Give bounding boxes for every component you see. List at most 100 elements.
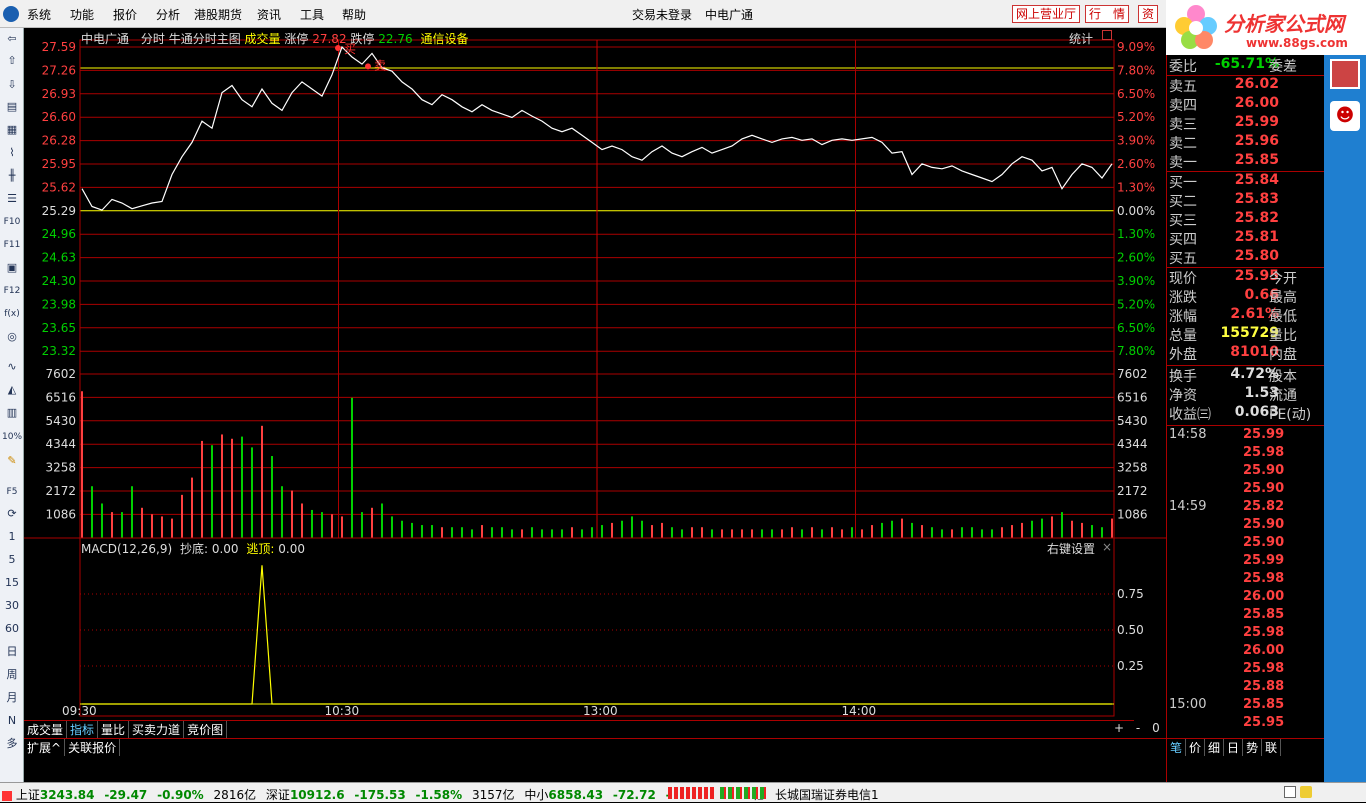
period-n[interactable]: N <box>2 712 22 730</box>
pencil-icon[interactable]: ✎ <box>2 452 22 470</box>
left-toolbar: ⇦ ⇧ ⇩ ▤ ▦ ⌇ ╫ ☰ F10 F11 ▣ F12 f(x) ◎ ∿ ◭… <box>0 28 24 782</box>
close-macd-icon[interactable]: × <box>1102 540 1112 554</box>
quote-extra-row-right-label: 股本 <box>1269 369 1297 385</box>
tab-buy-sell-force[interactable]: 买卖力道 <box>129 721 185 738</box>
f10-icon[interactable]: F10 <box>2 213 22 231</box>
tab-volume[interactable]: 成交量 <box>24 721 68 738</box>
formula-icon[interactable]: f(x) <box>2 305 22 323</box>
pct-tick-label: 9.09% <box>1117 40 1155 54</box>
period-multi[interactable]: 多 <box>2 735 22 753</box>
tab-extend[interactable]: 扩展^ <box>24 739 66 756</box>
tick-price: 26.00 <box>1243 643 1285 658</box>
quote-row: 外盘 81010 内盘 <box>1167 344 1325 363</box>
tab-indicator[interactable]: 指标 <box>67 721 99 738</box>
menu-hk-futures[interactable]: 港股期货 <box>194 6 242 23</box>
period-day[interactable]: 日 <box>2 643 22 661</box>
f12-icon[interactable]: F12 <box>2 282 22 300</box>
menu-tools[interactable]: 工具 <box>300 6 324 23</box>
zoom-out-button[interactable]: - <box>1136 721 1140 735</box>
chaodi-label: 抄底: <box>179 542 209 556</box>
circle-icon[interactable]: ◎ <box>2 328 22 346</box>
menu-system[interactable]: 系统 <box>27 6 51 23</box>
restore-icon[interactable] <box>1102 30 1112 40</box>
menu-quote[interactable]: 报价 <box>113 6 137 23</box>
lock-icon[interactable] <box>1300 786 1312 798</box>
sz-label[interactable]: 深证 <box>266 788 290 802</box>
menu-function[interactable]: 功能 <box>70 6 94 23</box>
f11-icon[interactable]: F11 <box>2 236 22 254</box>
right-tab[interactable]: 价 <box>1186 739 1206 756</box>
back-icon[interactable]: ⇦ <box>2 30 22 48</box>
quote-panel: 委比 -65.71% 委差 笔价细日势联 卖五 26.02 卖四 26.00 卖三 25.… <box>1166 55 1325 783</box>
right-click-settings[interactable]: 右键设置 <box>1047 540 1095 557</box>
period-60[interactable]: 60 <box>2 620 22 638</box>
menu-info[interactable]: 资讯 <box>257 6 281 23</box>
zoom-in-button[interactable]: + <box>1114 721 1124 735</box>
menu-help[interactable]: 帮助 <box>342 6 366 23</box>
macd-label: MACD(12,26,9) <box>81 542 173 556</box>
doc-icon[interactable]: ▣ <box>2 259 22 277</box>
bid-row: 买二 25.83 <box>1167 191 1325 210</box>
table-icon[interactable]: ▦ <box>2 121 22 139</box>
right-tab[interactable]: 势 <box>1243 739 1263 756</box>
time-tick-label: 13:00 <box>583 704 618 718</box>
list-icon[interactable]: ☰ <box>2 190 22 208</box>
macd-tick-label: 0.25 <box>1117 659 1144 673</box>
quote-extra-row-label: 收益㈢ <box>1169 407 1211 423</box>
right-tab[interactable]: 联 <box>1262 739 1282 756</box>
area-icon[interactable]: ◭ <box>2 381 22 399</box>
bid-row-value: 25.84 <box>1234 172 1279 188</box>
tick-row: 25.98 <box>1167 625 1325 643</box>
mascot-icon[interactable]: ☻ <box>1330 101 1360 131</box>
app-thumb-icon[interactable] <box>1330 59 1360 89</box>
chart-area[interactable]: 27.59 9.09% 27.26 7.80% 26.93 6.50% 26.60 5.20%… <box>24 28 1166 738</box>
pct-tick-label: 6.50% <box>1117 321 1155 335</box>
bid-row: 买一 25.84 <box>1167 172 1325 191</box>
stat-button[interactable]: 统计 <box>1069 30 1093 47</box>
period-15[interactable]: 15 <box>2 574 22 592</box>
kline-icon[interactable]: ╫ <box>2 167 22 185</box>
tab-related-quotes[interactable]: 关联报价 <box>65 739 121 756</box>
right-tabs: 笔价细日势联 <box>1167 738 1325 756</box>
line-chart-icon[interactable]: ⌇ <box>2 144 22 162</box>
period-week[interactable]: 周 <box>2 666 22 684</box>
period-5[interactable]: 5 <box>2 551 22 569</box>
keyboard-icon[interactable] <box>1284 786 1296 798</box>
tab-auction[interactable]: 竞价图 <box>184 721 228 738</box>
app-icon[interactable] <box>3 6 19 22</box>
zx-label[interactable]: 中小 <box>524 788 548 802</box>
sh-label[interactable]: 上证 <box>16 788 40 802</box>
period-30[interactable]: 30 <box>2 597 22 615</box>
price-tick-label: 25.29 <box>42 204 76 218</box>
down-icon[interactable]: ⇩ <box>2 76 22 94</box>
bid-row-value: 25.80 <box>1234 248 1279 264</box>
intraday-chart[interactable]: 27.59 9.09% 27.26 7.80% 26.93 6.50% 26.60 5.20%… <box>24 28 1166 738</box>
f5-icon[interactable]: F5 <box>2 483 22 501</box>
period-month[interactable]: 月 <box>2 689 22 707</box>
online-broker-button[interactable]: 网上营业厅 <box>1012 5 1081 23</box>
bar-icon[interactable]: ▥ <box>2 404 22 422</box>
quote-extra-row-right-label: PE(动) <box>1269 407 1312 423</box>
wc-label: 委差 <box>1269 59 1297 75</box>
volume-tick-label-right: 3258 <box>1117 461 1148 475</box>
report-icon[interactable]: ▤ <box>2 98 22 116</box>
market-button[interactable]: 行 情 <box>1085 5 1130 23</box>
period-1[interactable]: 1 <box>2 528 22 546</box>
quote-row: 涨跌 0.66 最高 <box>1167 287 1325 306</box>
percent-icon[interactable]: 10% <box>2 428 22 446</box>
ask-row: 卖一 25.85 <box>1167 152 1325 171</box>
wave-icon[interactable]: ∿ <box>2 358 22 376</box>
menu-analysis[interactable]: 分析 <box>156 6 180 23</box>
right-tab[interactable]: 细 <box>1205 739 1225 756</box>
price-tick-label: 26.60 <box>42 110 76 124</box>
tab-volume-ratio[interactable]: 量比 <box>98 721 130 738</box>
refresh-icon[interactable]: ⟳ <box>2 505 22 523</box>
right-tab[interactable]: 笔 <box>1167 739 1187 756</box>
up-icon[interactable]: ⇧ <box>2 52 22 70</box>
chart-mode: 分时 <box>140 32 165 46</box>
info-button[interactable]: 资 <box>1138 5 1159 23</box>
quote-row-right-label: 最低 <box>1269 309 1297 325</box>
sz-percent: -1.58% <box>415 788 463 802</box>
right-tab[interactable]: 日 <box>1224 739 1244 756</box>
zoom-reset-button[interactable]: 0 <box>1152 721 1160 735</box>
